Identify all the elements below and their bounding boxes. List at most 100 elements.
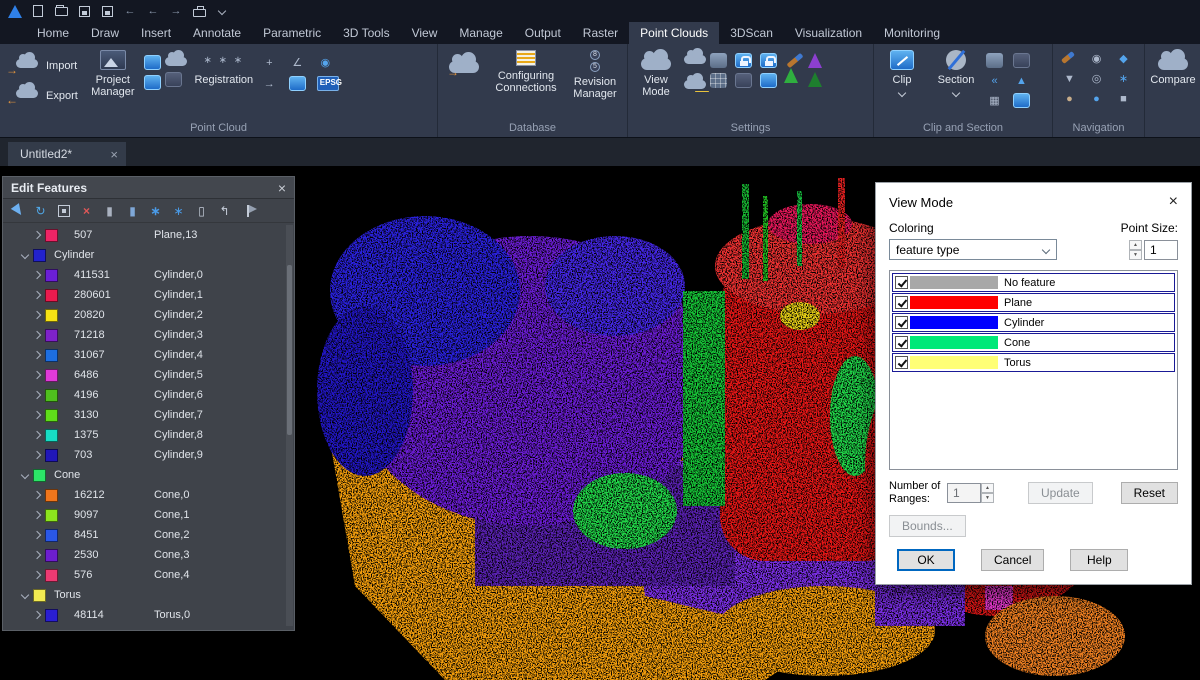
project-manager-button[interactable]: Project Manager: [86, 47, 140, 98]
ribbon-tab-draw[interactable]: Draw: [80, 22, 130, 44]
shading-icon[interactable]: [735, 73, 752, 88]
fly-mode-icon[interactable]: ◆: [1115, 51, 1132, 66]
spark-icon[interactable]: ∗: [1115, 71, 1132, 86]
feature-tree-row[interactable]: 4196 Cylinder,6: [3, 385, 294, 405]
look-around-icon[interactable]: ◉: [1088, 51, 1105, 66]
ribbon-tab-point-clouds[interactable]: Point Clouds: [629, 22, 719, 44]
angle-measure-icon[interactable]: ∠: [289, 55, 306, 70]
feature-tree-row[interactable]: 703 Cylinder,9: [3, 445, 294, 465]
save-as-icon[interactable]: [97, 2, 117, 20]
target-icon[interactable]: ◎: [1088, 71, 1105, 86]
vegetation-icon[interactable]: [784, 68, 798, 83]
point-cloud-crop-icon[interactable]: [144, 75, 161, 90]
configuring-connections-button[interactable]: Configuring Connections: [490, 47, 562, 94]
chevron-icon[interactable]: [31, 549, 43, 561]
cloud-density-icon[interactable]: [684, 55, 706, 64]
chevron-icon[interactable]: [31, 269, 43, 281]
forward-icon[interactable]: →: [166, 2, 186, 20]
tree-scrollbar[interactable]: [286, 225, 293, 626]
feature-tree-row[interactable]: 31067 Cylinder,4: [3, 345, 294, 365]
feature-checkbox[interactable]: [895, 356, 908, 369]
ranges-spinner[interactable]: ▲▼: [981, 483, 994, 503]
feature-tree-row[interactable]: 280601 Cylinder,1: [3, 285, 294, 305]
document-tab-close-icon[interactable]: ×: [110, 147, 118, 162]
section-save-icon[interactable]: [1013, 53, 1030, 68]
view-cube-icon[interactable]: ■: [1115, 91, 1132, 106]
pan-hand-icon[interactable]: ●: [1061, 91, 1078, 106]
feature-row[interactable]: Torus: [892, 353, 1175, 372]
zoom-extents-icon[interactable]: [54, 201, 73, 220]
feature-tree-row[interactable]: 16212 Cone,0: [3, 485, 294, 505]
clip-dropdown-icon[interactable]: [896, 87, 908, 99]
dialog-close-icon[interactable]: ×: [1169, 193, 1178, 211]
merge-feature-icon[interactable]: ∗: [169, 201, 188, 220]
export-button[interactable]: → Export: [8, 87, 78, 105]
coloring-dropdown[interactable]: feature type: [889, 239, 1057, 260]
compare-button[interactable]: Compare: [1149, 47, 1197, 86]
section-plane-icon[interactable]: [1013, 93, 1030, 108]
section-dropdown-icon[interactable]: [950, 87, 962, 99]
classify-trees-icon[interactable]: [808, 53, 822, 68]
feature-tree-row[interactable]: 576 Cone,4: [3, 565, 294, 585]
revision-manager-button[interactable]: 8 5 Revision Manager: [566, 47, 624, 100]
bar-display-icon[interactable]: ▯: [192, 201, 211, 220]
feature-row[interactable]: Plane: [892, 293, 1175, 312]
voxel-grid-icon[interactable]: [710, 73, 727, 88]
column-icon[interactable]: ▮: [100, 201, 119, 220]
column-export-icon[interactable]: ▮: [123, 201, 142, 220]
lock-display-icon[interactable]: [735, 53, 752, 68]
paintbrush-icon[interactable]: [786, 53, 803, 68]
chevron-icon[interactable]: [31, 529, 43, 541]
point-detail-icon[interactable]: [760, 73, 777, 88]
feature-tree-row[interactable]: 3130 Cylinder,7: [3, 405, 294, 425]
cloud-lighting-icon[interactable]: [684, 80, 706, 89]
feature-checkbox[interactable]: [895, 276, 908, 289]
tree-filter-icon[interactable]: [808, 72, 822, 87]
cloud-upload-icon[interactable]: [165, 57, 187, 66]
back-icon[interactable]: ←: [143, 2, 163, 20]
ribbon-tab-view[interactable]: View: [401, 22, 449, 44]
corner-arrow-icon[interactable]: ↰: [215, 201, 234, 220]
ribbon-tab-visualization[interactable]: Visualization: [784, 22, 873, 44]
ribbon-tab-monitoring[interactable]: Monitoring: [873, 22, 951, 44]
quick-access-menu-icon[interactable]: [212, 2, 232, 20]
undo-icon[interactable]: ←: [120, 2, 140, 20]
feature-tree-row[interactable]: 71218 Cylinder,3: [3, 325, 294, 345]
transform-arrow-icon[interactable]: →: [261, 76, 278, 91]
chevron-icon[interactable]: [19, 249, 31, 261]
chevron-icon[interactable]: [31, 289, 43, 301]
chevron-icon[interactable]: [31, 389, 43, 401]
registration-button[interactable]: ∗ ∗ ∗ Registration: [191, 47, 257, 86]
chevron-icon[interactable]: [31, 369, 43, 381]
section-capture-icon[interactable]: [986, 53, 1003, 68]
document-tab-untitled2[interactable]: Untitled2* ×: [8, 142, 126, 166]
feature-tree-row[interactable]: Cone: [3, 465, 294, 485]
cloud-transfer-button[interactable]: →: [442, 47, 486, 77]
ribbon-tab-3dscan[interactable]: 3DScan: [719, 22, 784, 44]
align-plane-icon[interactable]: [289, 76, 306, 91]
point-cloud-region-icon[interactable]: [144, 55, 161, 70]
chevron-icon[interactable]: [31, 449, 43, 461]
feature-tree-row[interactable]: 8451 Cone,2: [3, 525, 294, 545]
cancel-button[interactable]: Cancel: [981, 549, 1044, 571]
edit-features-close-icon[interactable]: ×: [278, 180, 286, 196]
orbit-sphere-icon[interactable]: ●: [1088, 91, 1105, 106]
ribbon-tab-home[interactable]: Home: [26, 22, 80, 44]
geolocation-icon[interactable]: ◉: [317, 55, 334, 70]
feature-tree-row[interactable]: 9097 Cone,1: [3, 505, 294, 525]
feature-row[interactable]: No feature: [892, 273, 1175, 292]
reset-button[interactable]: Reset: [1121, 482, 1178, 504]
feature-tree-row[interactable]: Cylinder: [3, 245, 294, 265]
feature-tree-row[interactable]: 2530 Cone,3: [3, 545, 294, 565]
open-folder-icon[interactable]: [51, 2, 71, 20]
flag-icon[interactable]: [238, 201, 257, 220]
ok-button[interactable]: OK: [897, 549, 955, 571]
delete-feature-icon[interactable]: ×: [77, 201, 96, 220]
new-file-icon[interactable]: [28, 2, 48, 20]
ribbon-tab-parametric[interactable]: Parametric: [252, 22, 332, 44]
ribbon-tab-output[interactable]: Output: [514, 22, 572, 44]
feature-tree-row[interactable]: 507 Plane,13: [3, 225, 294, 245]
chevron-icon[interactable]: [31, 489, 43, 501]
ground-detect-icon[interactable]: [710, 53, 727, 68]
chevron-icon[interactable]: [31, 429, 43, 441]
